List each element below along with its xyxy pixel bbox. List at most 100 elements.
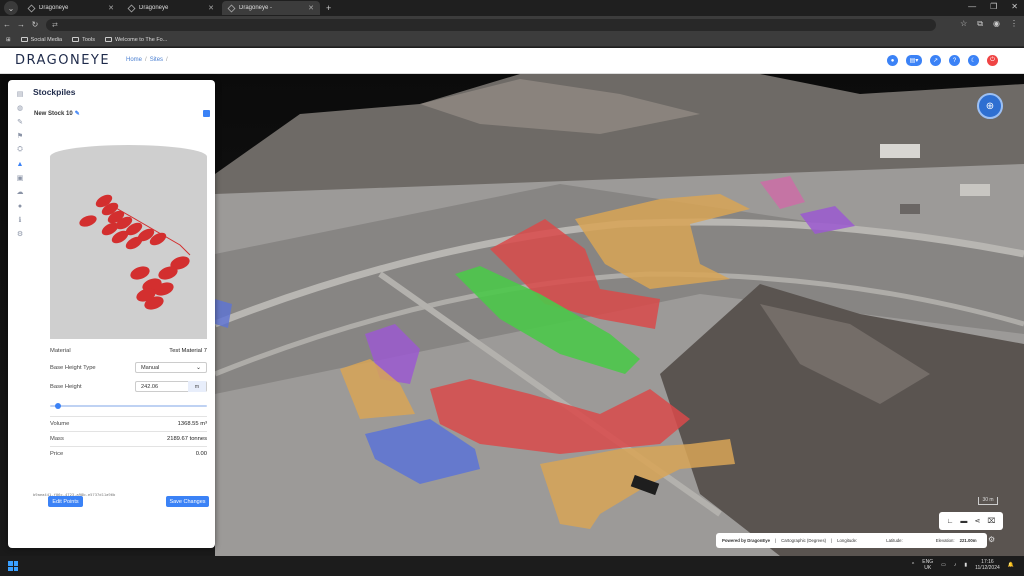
longitude-label: Longitude: [837, 538, 858, 543]
mass-label: Mass [50, 436, 64, 442]
clear-tools-icon[interactable]: ⌧ [987, 517, 995, 525]
divider [50, 446, 207, 447]
base-height-type-select[interactable]: Manual ⌄ [135, 362, 207, 373]
breadcrumb-separator: / [166, 57, 168, 63]
save-changes-button[interactable]: Save Changes [166, 496, 209, 507]
help-icon[interactable]: ? [949, 55, 960, 66]
close-window-icon[interactable]: ✕ [1011, 2, 1018, 11]
bookmark-link[interactable]: Welcome to The Fo... [104, 36, 168, 43]
header-actions: ● ▤▾ ↗ ? ☾ ⏻ [887, 55, 998, 66]
image-icon[interactable]: ▣ [16, 174, 24, 182]
globe-icon[interactable]: ◍ [16, 104, 24, 112]
flag-icon[interactable]: ⚑ [16, 132, 24, 140]
map-status-bar: Powered by DragonEye | Cartographic (Deg… [716, 533, 987, 548]
battery-icon[interactable]: ▮ [964, 562, 967, 568]
logout-icon[interactable]: ⏻ [987, 55, 998, 66]
user-icon[interactable]: ● [887, 55, 898, 66]
new-tab-icon[interactable]: + [326, 3, 331, 13]
breadcrumb: Home / Sites / [126, 57, 171, 63]
forward-icon[interactable]: → [14, 20, 28, 29]
share-icon[interactable]: ↗ [930, 55, 941, 66]
pencil-icon[interactable]: ✎ [75, 111, 80, 117]
close-tab-icon[interactable]: ✕ [208, 4, 214, 12]
reload-icon[interactable]: ↻ [28, 20, 42, 29]
stockpile-icon[interactable]: ▲ [16, 160, 24, 168]
map-settings-icon[interactable]: ⚙ [988, 535, 995, 544]
settings-icon[interactable]: ⚙ [16, 230, 24, 238]
menu-icon[interactable]: ⋮ [1010, 19, 1018, 29]
volume-icon[interactable]: ♪ [954, 562, 957, 568]
bookmark-folder[interactable]: Tools [72, 37, 95, 43]
stockpile-name-text: New Stock 10 [34, 111, 73, 117]
tray-chevron-icon[interactable]: ^ [912, 562, 914, 568]
info-icon[interactable]: ℹ [16, 216, 24, 224]
chat-icon[interactable]: ● [16, 202, 24, 210]
survey-icon[interactable]: ⛭ [16, 146, 24, 154]
divider [50, 416, 207, 417]
polyline-icon[interactable]: ⋖ [974, 517, 980, 525]
browser-tab-bar: ⌄ Dragoneye ✕ Dragoneye ✕ Dragoneye - ✕ … [0, 0, 1024, 16]
elevation-value: 221.00m [959, 538, 977, 543]
compass-icon[interactable]: ⊕ [977, 93, 1003, 119]
browser-tab[interactable]: Dragoneye ✕ [22, 1, 120, 15]
base-height-input[interactable]: 242.06 m [135, 381, 207, 392]
base-height-unit: m [188, 381, 206, 392]
save-icon[interactable] [203, 110, 210, 117]
ruler-icon[interactable]: ✎ [16, 118, 24, 126]
base-height-value: 242.06 [141, 384, 159, 390]
minimize-icon[interactable]: — [968, 2, 976, 11]
dragoneye-favicon-icon [227, 4, 236, 12]
bookmark-label: Welcome to The Fo... [114, 36, 168, 43]
tab-title: Dragoneye [139, 5, 169, 11]
stockpile-card: New Stock 10 ✎ Material Test Material 7 … [33, 103, 217, 573]
taskbar: ^ ENG UK ▭ ♪ ▮ 17:16 11/12/2024 🔔 [0, 556, 1024, 576]
close-tab-icon[interactable]: ✕ [308, 4, 314, 12]
tab-search-icon[interactable]: ⌄ [4, 1, 18, 15]
map-scale: 30 m [978, 497, 998, 505]
browser-toolbar: ← → ↻ ⇄ ☆ ⧉ ◉ ⋮ [0, 16, 1024, 33]
cloud-icon[interactable]: ☁ [16, 188, 24, 196]
address-bar[interactable]: ⇄ [46, 18, 936, 31]
status-separator: | [775, 538, 777, 543]
close-tab-icon[interactable]: ✕ [108, 4, 114, 12]
windows-start-icon[interactable] [8, 561, 18, 571]
edit-points-button[interactable]: Edit Points [48, 496, 83, 507]
stockpile-uuid: b9aea441-f06c-4723-a98b-e5737d11a96b [33, 492, 116, 497]
bookmark-star-icon[interactable]: ☆ [960, 19, 967, 29]
language-indicator[interactable]: ENG UK [922, 559, 933, 571]
extensions-icon[interactable]: ⧉ [977, 19, 983, 29]
divider [50, 431, 207, 432]
mass-value: 2189.67 tonnes [167, 436, 207, 442]
browser-tab[interactable]: Dragoneye ✕ [122, 1, 220, 15]
point-markers [79, 194, 191, 310]
apps-icon[interactable]: ⊞ [6, 37, 11, 43]
tab-title: Dragoneye - [239, 5, 273, 11]
profile-icon[interactable]: ◉ [993, 19, 1000, 29]
dragoneye-logo[interactable]: DRAGONEYE [15, 53, 110, 68]
powered-by: Powered by DragonEye [722, 538, 770, 543]
notification-icon[interactable]: 🔔 [1008, 562, 1014, 568]
window-controls: — ❐ ✕ [968, 2, 1018, 11]
browser-tab-active[interactable]: Dragoneye - ✕ [222, 1, 320, 15]
measure-angle-icon[interactable]: ∟ [947, 518, 954, 525]
layers-dropdown-icon[interactable]: ▤▾ [906, 55, 922, 66]
measure-line-icon[interactable]: ▬ [960, 518, 967, 525]
network-icon[interactable]: ▭ [941, 562, 946, 568]
base-height-slider[interactable] [50, 403, 207, 409]
clock[interactable]: 17:16 11/12/2024 [975, 559, 1000, 571]
dragoneye-favicon-icon [127, 4, 136, 12]
material-label: Material [50, 348, 71, 354]
elevation-label: Elevation: [935, 538, 955, 543]
stockpile-3d-preview[interactable] [50, 145, 207, 339]
bookmark-folder[interactable]: Social Media [20, 37, 62, 43]
back-icon[interactable]: ← [0, 20, 14, 29]
dark-mode-icon[interactable]: ☾ [968, 55, 979, 66]
database-icon[interactable]: ▤ [16, 90, 24, 98]
stockpile-name: New Stock 10 ✎ [34, 110, 80, 117]
restore-icon[interactable]: ❐ [990, 2, 997, 11]
breadcrumb-sites[interactable]: Sites [150, 57, 163, 63]
breadcrumb-home[interactable]: Home [126, 57, 142, 63]
site-info-icon[interactable]: ⇄ [52, 21, 58, 29]
slider-thumb[interactable] [54, 403, 61, 409]
side-rail: ▤ ◍ ✎ ⚑ ⛭ ▲ ▣ ☁ ● ℹ ⚙ [10, 82, 30, 252]
